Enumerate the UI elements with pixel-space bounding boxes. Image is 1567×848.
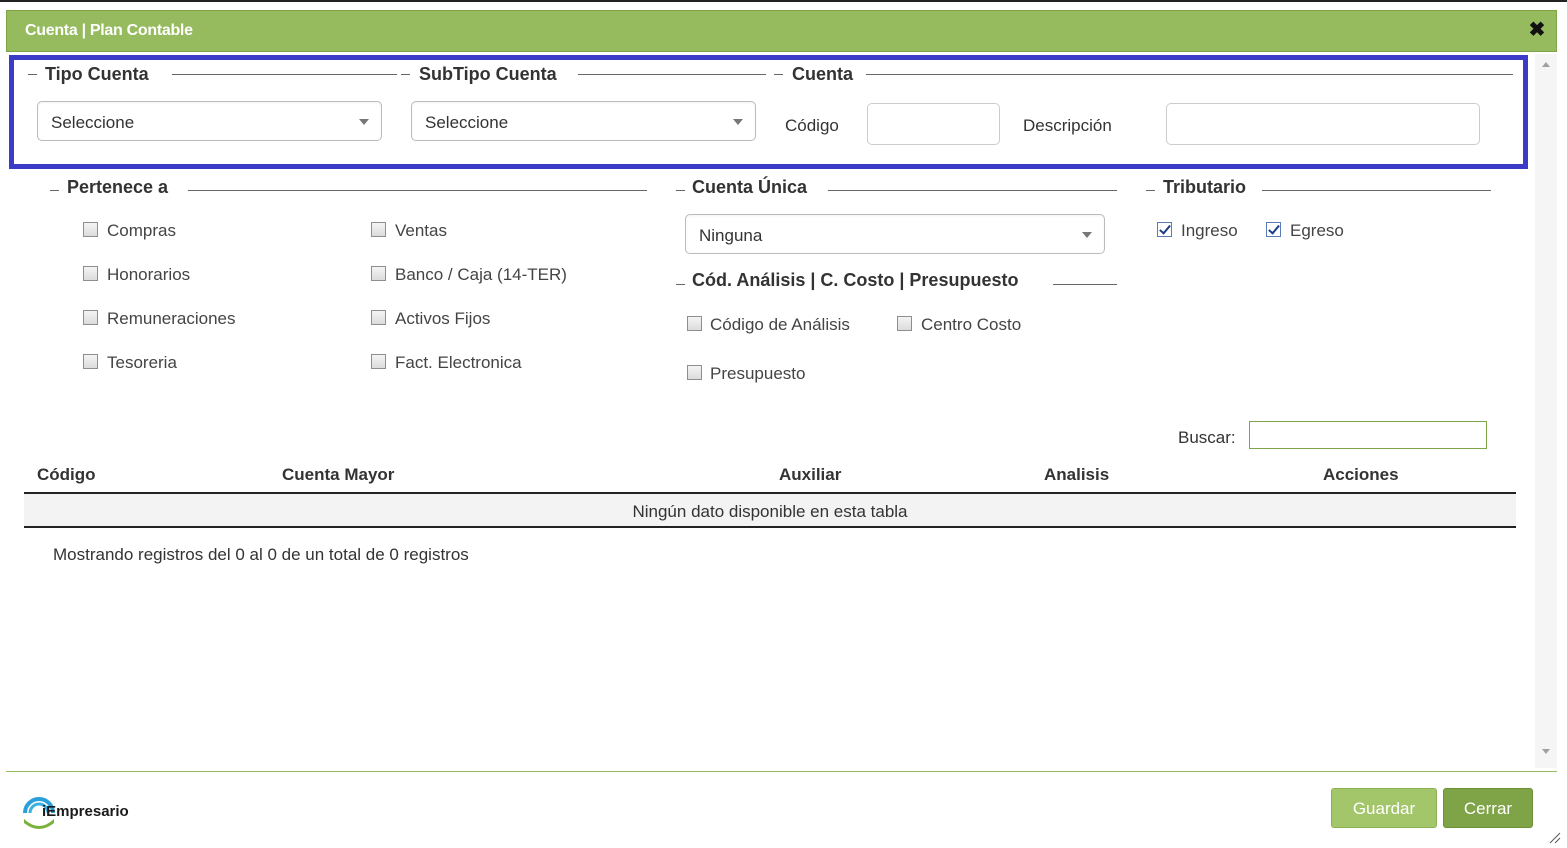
ingreso-checkbox[interactable] <box>1157 222 1172 237</box>
column-header-acciones[interactable]: Acciones <box>1323 465 1399 485</box>
compras-checkbox[interactable] <box>83 222 98 237</box>
pertenece-legend: Pertenece a <box>67 177 169 197</box>
chevron-down-icon <box>733 119 743 125</box>
column-header-auxiliar[interactable]: Auxiliar <box>779 465 841 485</box>
scroll-down-icon[interactable] <box>1542 749 1550 754</box>
close-icon[interactable]: ✖ <box>1526 19 1548 41</box>
codigo-analisis-label: Código de Análisis <box>710 315 850 334</box>
search-input[interactable] <box>1249 421 1487 449</box>
fact-electronica-label: Fact. Electronica <box>395 353 522 372</box>
legend-line <box>172 74 397 75</box>
codigo-input[interactable] <box>867 103 1000 145</box>
compras-label: Compras <box>107 221 176 240</box>
subtipo-cuenta-value: Seleccione <box>425 113 509 132</box>
activos-fijos-checkbox[interactable] <box>371 310 386 325</box>
egreso-label: Egreso <box>1290 221 1344 240</box>
legend-line <box>774 74 783 75</box>
legend-line <box>866 74 1513 75</box>
save-button[interactable]: Guardar <box>1331 788 1437 828</box>
banco-caja-checkbox[interactable] <box>371 266 386 281</box>
top-border <box>0 0 1567 4</box>
remuneraciones-checkbox[interactable] <box>83 310 98 325</box>
close-button[interactable]: Cerrar <box>1443 788 1533 828</box>
legend-line <box>28 74 37 75</box>
tipo-cuenta-select[interactable]: Seleccione <box>37 101 382 141</box>
legend-line <box>578 74 766 75</box>
tributario-legend: Tributario <box>1163 177 1247 197</box>
honorarios-label: Honorarios <box>107 265 191 284</box>
vertical-scrollbar[interactable] <box>1535 54 1557 768</box>
tesoreria-label: Tesoreria <box>107 353 177 372</box>
legend-line <box>50 190 59 191</box>
scroll-up-icon[interactable] <box>1542 62 1550 67</box>
legend-line <box>1146 190 1155 191</box>
ventas-checkbox[interactable] <box>371 222 386 237</box>
subtipo-cuenta-select[interactable]: Seleccione <box>411 101 756 141</box>
legend-line <box>188 190 647 191</box>
activos-fijos-label: Activos Fijos <box>395 309 491 328</box>
chevron-down-icon <box>359 119 369 125</box>
codigo-analisis-checkbox[interactable] <box>687 316 702 331</box>
ventas-label: Ventas <box>395 221 447 240</box>
chevron-down-icon <box>1082 232 1092 238</box>
cuenta-unica-value: Ninguna <box>699 226 763 245</box>
dialog: Cuenta | Plan Contable ✖ Tipo Cuenta Sel… <box>0 0 1567 848</box>
legend-line <box>401 74 410 75</box>
empty-table-message: Ningún dato disponible en esta tabla <box>632 502 908 521</box>
legend-line <box>1053 284 1117 285</box>
dialog-title: Cuenta | Plan Contable <box>25 22 193 39</box>
fact-electronica-checkbox[interactable] <box>371 354 386 369</box>
centro-costo-checkbox[interactable] <box>897 316 912 331</box>
honorarios-checkbox[interactable] <box>83 266 98 281</box>
codigo-label: Código <box>785 116 839 135</box>
analisis-legend: Cód. Análisis | C. Costo | Presupuesto <box>692 270 1019 290</box>
presupuesto-checkbox[interactable] <box>687 365 702 380</box>
search-label: Buscar: <box>1178 428 1236 447</box>
table-info: Mostrando registros del 0 al 0 de un tot… <box>53 545 469 564</box>
legend-line <box>676 284 685 285</box>
logo-text: iEmpresario <box>42 803 129 820</box>
cuenta-unica-select[interactable]: Ninguna <box>685 214 1105 254</box>
tesoreria-checkbox[interactable] <box>83 354 98 369</box>
egreso-checkbox[interactable] <box>1266 222 1281 237</box>
footer-divider <box>6 771 1557 772</box>
table-row: Ningún dato disponible en esta tabla <box>24 494 1516 528</box>
remuneraciones-label: Remuneraciones <box>107 309 236 328</box>
iempresario-logo: iEmpresario <box>22 793 162 831</box>
legend-line <box>828 190 1117 191</box>
column-header-cuenta-mayor[interactable]: Cuenta Mayor <box>282 465 394 485</box>
legend-line <box>676 190 685 191</box>
banco-caja-label: Banco / Caja (14-TER) <box>395 265 567 284</box>
tipo-cuenta-value: Seleccione <box>51 113 135 132</box>
legend-line <box>1262 190 1491 191</box>
descripcion-label: Descripción <box>1023 116 1112 135</box>
tipo-cuenta-legend: Tipo Cuenta <box>45 64 149 84</box>
cuenta-legend: Cuenta <box>792 64 854 84</box>
title-bar[interactable]: Cuenta | Plan Contable ✖ <box>6 10 1557 52</box>
centro-costo-label: Centro Costo <box>921 315 1022 334</box>
ingreso-label: Ingreso <box>1181 221 1238 240</box>
column-header-codigo[interactable]: Código <box>37 465 96 485</box>
column-header-analisis[interactable]: Analisis <box>1044 465 1109 485</box>
cuenta-unica-legend: Cuenta Única <box>692 177 808 197</box>
resize-handle-icon[interactable] <box>1547 830 1561 844</box>
descripcion-input[interactable] <box>1166 103 1480 145</box>
subtipo-cuenta-legend: SubTipo Cuenta <box>419 64 557 84</box>
presupuesto-label: Presupuesto <box>710 364 806 383</box>
